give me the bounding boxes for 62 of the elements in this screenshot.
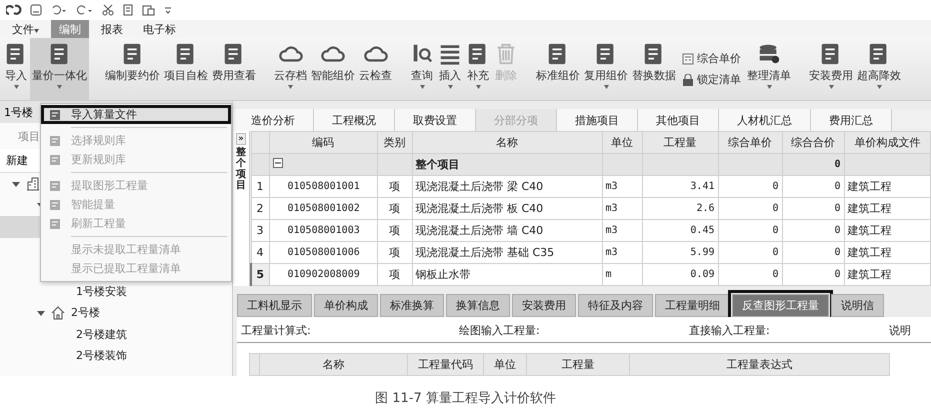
column-header: 类别 [377,132,412,154]
table-cell: 整个项目 [412,154,602,176]
section-label: 项目 [18,128,40,144]
table-cell: 010508001002 [269,198,377,220]
table-cell: 建筑工程 [844,242,930,264]
column-header: 编码 [269,132,377,154]
table-cell: 0 [782,264,844,286]
table-cell: 建筑工程 [844,220,930,242]
table-cell: 5.99 [642,242,718,264]
table-cell: 0.09 [642,264,718,286]
column-header: 工程量表达式 [630,354,890,376]
table-cell: 现浇混凝土后浇带 基础 C35 [412,242,602,264]
table-cell: 0 [782,154,844,176]
table-cell: m3 [602,242,642,264]
table-cell: 0 [718,264,782,286]
table-cell: 0 [782,198,844,220]
column-header: 单价构成文件 [844,132,930,154]
table-cell: 0 [718,242,782,264]
table-cell: 0.45 [642,220,718,242]
table-cell: 现浇混凝土后浇带 墙 C40 [412,220,602,242]
field-label: 说明 [889,323,911,338]
column-header: 名称 [260,354,408,376]
table-cell: 项 [377,242,412,264]
table-cell: 0 [718,220,782,242]
column-header: 综合单价 [718,132,782,154]
column-header: 单位 [602,132,642,154]
table-cell: 010902008009 [269,264,377,286]
column-header: 单位 [484,354,526,376]
figure-caption: 图 11-7 算量工程导入计价软件 [375,391,556,406]
table-cell: 3.41 [642,176,718,198]
table-cell: 010508001003 [269,220,377,242]
table-cell: 项 [377,220,412,242]
column-header: 工程量 [526,354,630,376]
table-cell: m [602,264,642,286]
field-label: 工程量计算式: [241,323,312,338]
table-cell: 现浇混凝土后浇带 板 C40 [412,198,602,220]
table-cell: m3 [602,176,642,198]
table-cell: m3 [602,220,642,242]
table-cell: 建筑工程 [844,264,930,286]
panel-label: 整个项目 [236,147,246,191]
table-cell: 钢板止水带 [412,264,602,286]
table-cell: 2.6 [642,198,718,220]
column-header: 综合合价 [782,132,844,154]
column-header: 工程量 [642,132,718,154]
table-cell: 0 [718,198,782,220]
table-cell: 0 [782,242,844,264]
table-cell: 0 [718,176,782,198]
table-cell: 建筑工程 [844,198,930,220]
column-header: 名称 [412,132,602,154]
table-cell: 010508001001 [269,176,377,198]
table-cell: 010508001006 [269,242,377,264]
table-cell: 项 [377,176,412,198]
field-label: 绘图输入工程量: [459,323,541,338]
table-cell: 项 [377,264,412,286]
table-cell: 建筑工程 [844,176,930,198]
table-cell: 0 [782,220,844,242]
table-cell: m3 [602,198,642,220]
column-header: 工程量代码 [408,354,484,376]
table-cell: 0 [782,176,844,198]
table-cell: 项 [377,198,412,220]
table-cell: 现浇混凝土后浇带 梁 C40 [412,176,602,198]
field-label: 直接输入工程量: [689,323,771,338]
